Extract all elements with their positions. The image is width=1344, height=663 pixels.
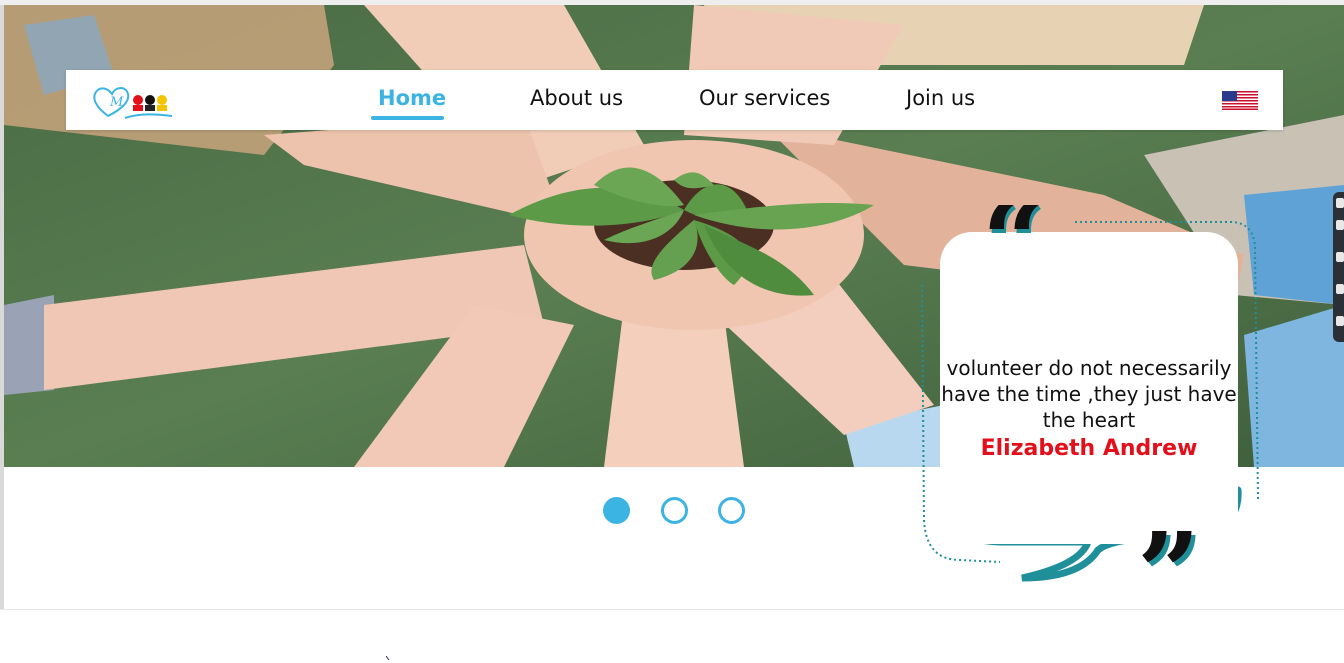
volunteer-logo[interactable]: M bbox=[90, 80, 182, 122]
section-divider bbox=[0, 609, 1344, 610]
carousel-dot-3[interactable] bbox=[718, 497, 745, 524]
nav-about-us[interactable]: About us bbox=[530, 86, 623, 110]
svg-text:”: ” bbox=[1137, 515, 1200, 577]
nav-join-us[interactable]: Join us bbox=[906, 86, 975, 110]
side-toolbar-icon-2[interactable] bbox=[1336, 220, 1344, 230]
open-quote-icon: “ “ bbox=[982, 205, 1047, 257]
nav-active-underline bbox=[371, 116, 444, 120]
side-toolbar-icon-1[interactable] bbox=[1336, 198, 1344, 208]
quote-author: Elizabeth Andrew bbox=[980, 436, 1198, 461]
us-flag-icon[interactable] bbox=[1222, 91, 1258, 110]
carousel-dot-2[interactable] bbox=[661, 497, 688, 524]
svg-text:“: “ bbox=[982, 205, 1045, 257]
side-toolbar-icon-5[interactable] bbox=[1336, 316, 1344, 326]
page-left-edge bbox=[0, 5, 4, 610]
navbar: M Home About us Our services Join us bbox=[66, 70, 1283, 130]
side-toolbar-icon-3[interactable] bbox=[1336, 252, 1344, 262]
carousel-dot-1[interactable] bbox=[603, 497, 630, 524]
close-quote-icon: ” ” bbox=[1137, 515, 1204, 577]
side-toolbar[interactable] bbox=[1333, 192, 1344, 342]
nav-home[interactable]: Home bbox=[378, 86, 446, 110]
quote-text: volunteer do not necessarily have the ti… bbox=[941, 356, 1237, 432]
side-toolbar-icon-4[interactable] bbox=[1336, 284, 1344, 294]
svg-text:M: M bbox=[109, 95, 124, 110]
cursor-mark bbox=[386, 656, 390, 660]
nav-our-services[interactable]: Our services bbox=[699, 86, 830, 110]
